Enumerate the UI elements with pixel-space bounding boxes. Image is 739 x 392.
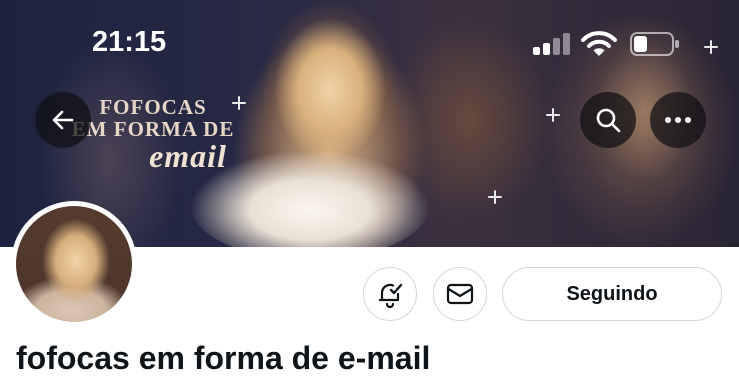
- more-button[interactable]: [650, 92, 706, 148]
- arrow-left-icon: [52, 110, 74, 130]
- search-icon: [596, 108, 621, 133]
- profile-screen: FOFOCAS EM FORMA DE email 21:15 Seguindo…: [0, 0, 739, 392]
- back-button[interactable]: [35, 92, 91, 148]
- search-button[interactable]: [580, 92, 636, 148]
- banner-title-line3: email: [149, 138, 227, 175]
- sparkle-icon: [546, 108, 560, 122]
- cellular-signal-icon: [533, 33, 571, 55]
- profile-avatar[interactable]: [11, 201, 137, 327]
- envelope-icon: [446, 283, 474, 305]
- profile-display-name: fofocas em forma de e-mail: [16, 340, 431, 376]
- status-time: 21:15: [92, 26, 167, 58]
- wifi-icon: [581, 31, 617, 56]
- more-horizontal-icon: [665, 117, 691, 123]
- sparkle-icon: [488, 190, 502, 204]
- bell-plus-icon: [378, 283, 403, 308]
- sparkle-icon: [704, 40, 718, 54]
- message-button[interactable]: [433, 267, 487, 321]
- battery-icon: [630, 32, 679, 56]
- following-button[interactable]: Seguindo: [502, 267, 722, 321]
- notifications-button[interactable]: [363, 267, 417, 321]
